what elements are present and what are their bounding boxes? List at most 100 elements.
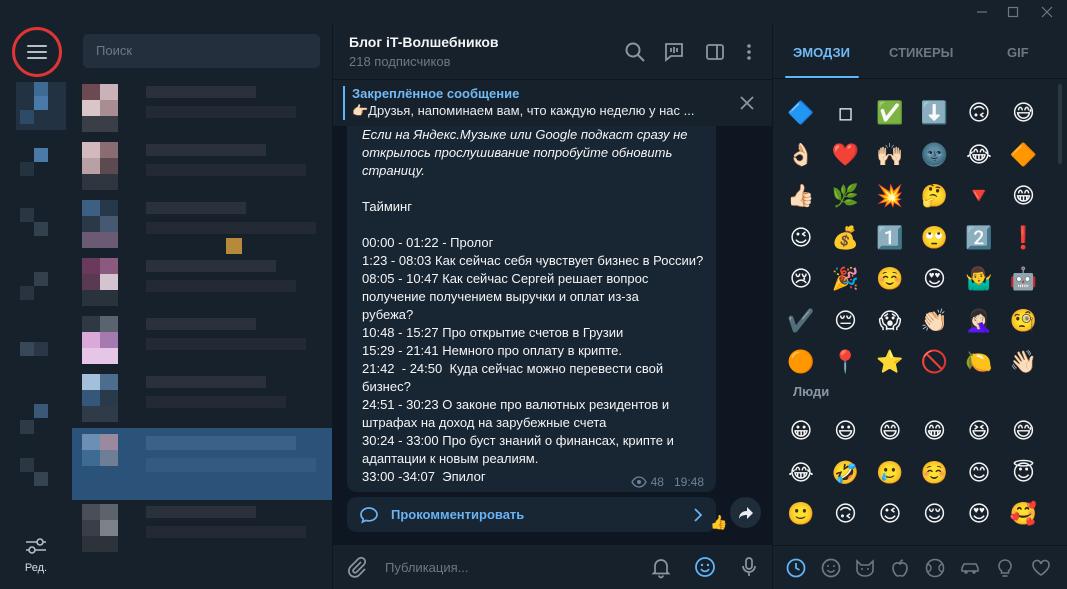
tab-stickers[interactable]: СТИКЕРЫ: [889, 45, 953, 60]
reaction-badge[interactable]: 👍: [710, 514, 727, 531]
emoji-button[interactable]: ◽: [826, 96, 866, 132]
emoji-button[interactable]: 😍: [959, 497, 999, 533]
close-icon[interactable]: [737, 93, 757, 113]
emoji-button[interactable]: 😁: [915, 414, 955, 450]
list-item[interactable]: [72, 500, 332, 558]
heart-icon[interactable]: [1030, 557, 1052, 579]
close-window-button[interactable]: [1030, 0, 1064, 24]
list-item-selected[interactable]: [72, 428, 332, 500]
emoji-button[interactable]: 😊: [959, 456, 999, 492]
emoji-button[interactable]: ❗: [1004, 221, 1044, 257]
share-button[interactable]: [730, 497, 761, 528]
emoji-button[interactable]: 📍: [826, 345, 866, 381]
emoji-button[interactable]: 😅: [1004, 96, 1044, 132]
emoji-button[interactable]: ☺️: [915, 456, 955, 492]
emoji-button[interactable]: ✔️: [781, 304, 821, 340]
search-input[interactable]: Поиск: [83, 34, 320, 68]
emoji-button[interactable]: 🍋: [959, 345, 999, 381]
emoji-button[interactable]: 😉: [870, 497, 910, 533]
emoji-button[interactable]: 🙌🏻: [870, 138, 910, 174]
emoji-button[interactable]: 💰: [826, 221, 866, 257]
tab-gif[interactable]: GIF: [1007, 45, 1029, 60]
list-item[interactable]: [72, 312, 332, 370]
emoji-button[interactable]: 🤣: [826, 456, 866, 492]
microphone-icon[interactable]: [737, 555, 761, 579]
emoji-button[interactable]: 🔻: [959, 179, 999, 215]
emoji-button[interactable]: 🙃: [959, 96, 999, 132]
comment-button[interactable]: Прокомментировать: [347, 496, 716, 532]
edit-folders-button[interactable]: Ред.: [16, 536, 56, 586]
emoji-toggle-icon[interactable]: [693, 555, 717, 579]
emoji-button[interactable]: 🌚: [915, 138, 955, 174]
lightbulb-icon[interactable]: [994, 557, 1016, 579]
emoji-button[interactable]: 👋🏻: [1004, 345, 1044, 381]
recent-clock-icon[interactable]: [785, 557, 807, 579]
folder-avatar[interactable]: [16, 324, 66, 372]
emoji-button[interactable]: 1️⃣: [870, 221, 910, 257]
emoji-button[interactable]: 😇: [1004, 456, 1044, 492]
channel-title[interactable]: Блог iT-Волшебников: [349, 34, 499, 50]
minimize-button[interactable]: [965, 0, 999, 24]
main-menu-button[interactable]: [12, 27, 62, 77]
emoji-button[interactable]: 🥲: [870, 456, 910, 492]
emoji-button[interactable]: 💥: [870, 179, 910, 215]
folder-avatar[interactable]: [16, 82, 66, 130]
emoji-button[interactable]: 🥰: [1004, 497, 1044, 533]
emoji-button[interactable]: 😢: [781, 262, 821, 298]
emoji-button[interactable]: 😀: [781, 414, 821, 450]
emoji-button[interactable]: 🔶: [1004, 138, 1044, 174]
emoji-button[interactable]: 😂: [959, 138, 999, 174]
emoji-button[interactable]: 🧐: [1004, 304, 1044, 340]
emoji-button[interactable]: 😍: [915, 262, 955, 298]
emoji-button[interactable]: 🤷‍♂️: [959, 262, 999, 298]
apple-icon[interactable]: [889, 557, 911, 579]
folder-avatar[interactable]: [16, 454, 66, 502]
smiley-icon[interactable]: [820, 557, 842, 579]
emoji-button[interactable]: 🚫: [915, 345, 955, 381]
emoji-button[interactable]: 🤖: [1004, 262, 1044, 298]
emoji-button[interactable]: 😅: [1004, 414, 1044, 450]
emoji-button[interactable]: 😌: [915, 497, 955, 533]
search-icon[interactable]: [623, 40, 647, 64]
emoji-button[interactable]: 👍🏻: [781, 179, 821, 215]
emoji-button[interactable]: 2️⃣: [959, 221, 999, 257]
more-vertical-icon[interactable]: [737, 40, 761, 64]
folder-avatar[interactable]: [16, 144, 66, 192]
emoji-button[interactable]: 🌿: [826, 179, 866, 215]
emoji-button[interactable]: 🙃: [826, 497, 866, 533]
emoji-button[interactable]: 😱: [870, 304, 910, 340]
emoji-button[interactable]: 🟠: [781, 345, 821, 381]
folder-avatar[interactable]: [16, 204, 66, 252]
list-item[interactable]: [72, 370, 332, 428]
live-stream-icon[interactable]: [662, 40, 686, 64]
emoji-button[interactable]: ☺️: [870, 262, 910, 298]
pinned-message-bar[interactable]: Закреплённое сообщение 👉🏻Друзья, напомин…: [333, 80, 772, 126]
emoji-button[interactable]: 🙂: [781, 497, 821, 533]
emoji-button[interactable]: 🙄: [915, 221, 955, 257]
ball-icon[interactable]: [924, 557, 946, 579]
list-item[interactable]: [72, 196, 332, 254]
list-item[interactable]: [72, 80, 332, 138]
emoji-button[interactable]: ⬇️: [915, 96, 955, 132]
emoji-button[interactable]: 😃: [826, 414, 866, 450]
tab-emoji[interactable]: ЭМОДЗИ: [793, 45, 850, 60]
emoji-scrollbar[interactable]: [1058, 84, 1062, 164]
emoji-button[interactable]: ⭐: [870, 345, 910, 381]
emoji-button[interactable]: 😄: [870, 414, 910, 450]
emoji-button[interactable]: 😁: [1004, 179, 1044, 215]
paperclip-icon[interactable]: [345, 555, 369, 579]
emoji-button[interactable]: 👏🏻: [915, 304, 955, 340]
emoji-button[interactable]: 🤦🏻‍♀️: [959, 304, 999, 340]
emoji-button[interactable]: ❤️: [826, 138, 866, 174]
emoji-button[interactable]: 🎉: [826, 262, 866, 298]
emoji-button[interactable]: 👌🏻: [781, 138, 821, 174]
cat-icon[interactable]: [854, 557, 876, 579]
emoji-button[interactable]: 😆: [959, 414, 999, 450]
folder-avatar[interactable]: [16, 264, 66, 312]
car-icon[interactable]: [959, 557, 981, 579]
emoji-button[interactable]: 🔷: [781, 96, 821, 132]
sidebar-toggle-icon[interactable]: [703, 40, 727, 64]
emoji-button[interactable]: 😉: [781, 221, 821, 257]
emoji-button[interactable]: 😂: [781, 456, 821, 492]
list-item[interactable]: [72, 254, 332, 312]
